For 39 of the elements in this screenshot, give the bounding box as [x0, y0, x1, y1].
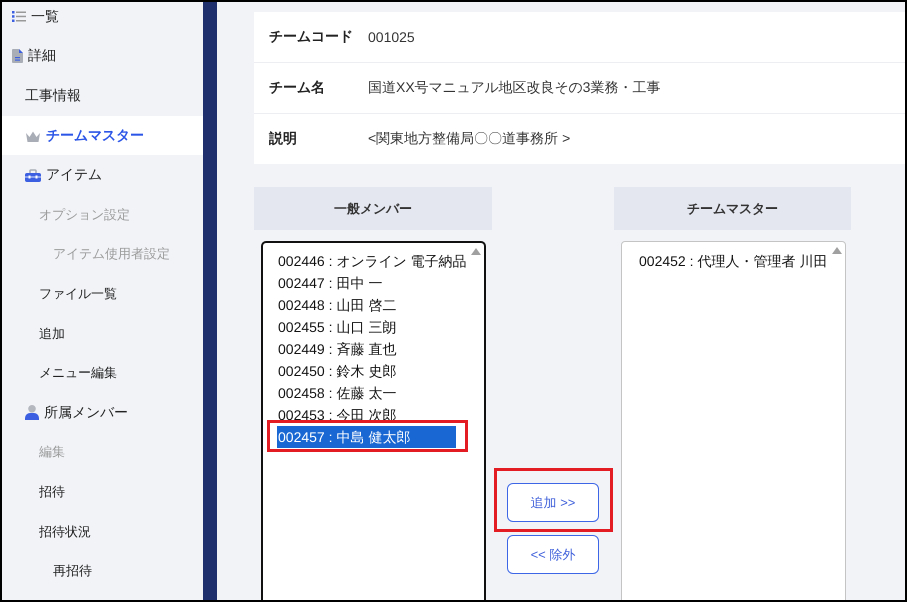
sidebar-item[interactable]: チームマスター — [2, 116, 203, 156]
member-listbox[interactable]: 002452 : 代理人・管理者 川田 — [621, 241, 846, 600]
member-option[interactable]: 002457 : 中島 健太郎 — [277, 426, 456, 448]
member-option[interactable]: 002448 : 山田 啓二 — [277, 294, 456, 316]
sidebar-item[interactable]: 工事情報 — [2, 76, 203, 116]
list-header: チームマスター — [614, 187, 851, 230]
person-icon — [25, 405, 39, 420]
member-option[interactable]: 002452 : 代理人・管理者 川田 — [638, 250, 828, 272]
remove-button[interactable]: << 除外 — [507, 535, 599, 574]
document-icon — [12, 49, 23, 64]
list-header: 一般メンバー — [254, 187, 492, 230]
scroll-up-icon[interactable] — [832, 247, 842, 254]
member-option[interactable]: 002446 : オンライン 電子納品 — [277, 250, 466, 272]
toolbox-icon — [25, 168, 41, 182]
sidebar-item[interactable]: 所属メンバー — [2, 392, 203, 433]
field-label: チームコード — [268, 28, 354, 46]
member-option[interactable]: 002447 : 田中 一 — [277, 272, 456, 294]
field-value: 国道XX号マニュアル地区改良その3業務・工事 — [368, 79, 660, 97]
member-option[interactable]: 002450 : 鈴木 史郎 — [277, 360, 456, 382]
sidebar-item[interactable]: 再招待 — [2, 551, 203, 591]
add-button[interactable]: 追加 >> — [507, 483, 599, 522]
crown-icon — [25, 130, 41, 142]
field-label: 説明 — [268, 130, 298, 148]
sidebar-item[interactable]: メニュー編集 — [2, 353, 203, 393]
sidebar-item[interactable]: 詳細 — [2, 36, 203, 76]
sidebar-item[interactable]: 追加 — [2, 314, 203, 354]
sidebar-item[interactable]: 招待状況 — [2, 512, 203, 552]
scroll-up-icon[interactable] — [471, 248, 481, 255]
member-option[interactable]: 002455 : 山口 三朗 — [277, 316, 456, 338]
sidebar-item[interactable]: アイテム — [2, 155, 203, 195]
sidebar-item[interactable]: 招待 — [2, 472, 203, 512]
member-option[interactable]: 002449 : 斉藤 直也 — [277, 338, 456, 360]
field-label: チーム名 — [268, 79, 326, 97]
member-option[interactable]: 002458 : 佐藤 太一 — [277, 382, 456, 404]
sidebar-item[interactable]: ファイル一覧 — [2, 274, 203, 314]
field-value: <関東地方整備局〇〇道事務所 > — [368, 130, 570, 148]
sidebar-item[interactable]: 一覧 — [2, 2, 203, 37]
list-icon — [12, 11, 26, 22]
field-value: 001025 — [368, 29, 415, 45]
